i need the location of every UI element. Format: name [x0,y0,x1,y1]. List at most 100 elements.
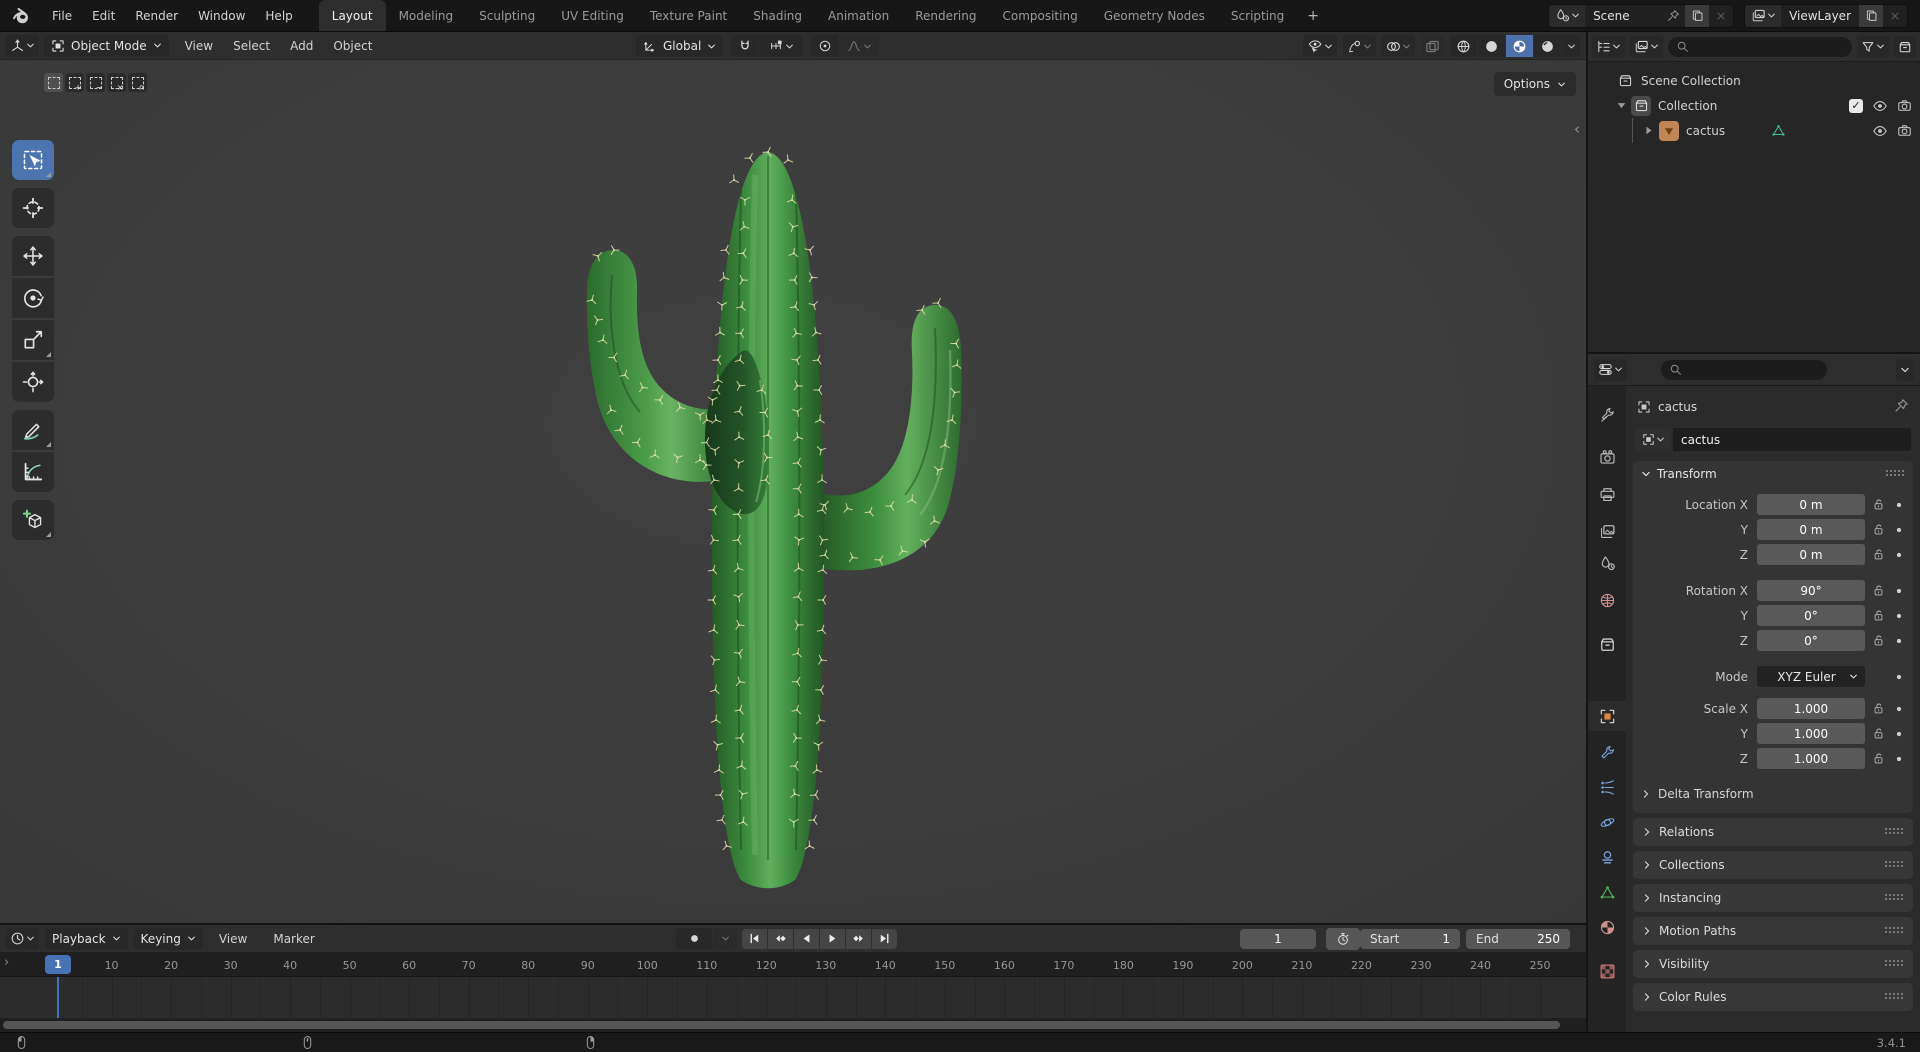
scale-z-field[interactable]: 1.000 [1757,748,1865,769]
hide-eye-icon[interactable] [1872,123,1888,139]
collection-checkbox[interactable]: ✓ [1849,98,1863,113]
scale-x-field[interactable]: 1.000 [1757,698,1865,719]
rotation-x-field[interactable]: 90° [1757,580,1865,601]
disable-render-icon[interactable] [1897,98,1912,113]
expand-arrow-icon[interactable] [1616,100,1627,111]
tab-texture[interactable] [1588,956,1626,986]
object-name-field[interactable]: cactus [1673,428,1911,451]
tab-world[interactable] [1588,585,1626,615]
panel-motion-paths[interactable]: Motion Paths [1633,917,1913,945]
play-reverse-button[interactable] [794,928,819,949]
scale-y-field[interactable]: 1.000 [1757,723,1865,744]
animate-dot[interactable] [1891,754,1907,764]
disable-render-icon[interactable] [1897,123,1912,138]
menu-window[interactable]: Window [188,0,255,31]
outliner-filter-dropdown[interactable] [1857,35,1889,58]
timeline-scroll-track[interactable] [0,1018,1586,1032]
proportional-editing-toggle[interactable] [811,35,839,57]
tab-object[interactable] [1588,701,1626,731]
panel-grip-icon[interactable] [1884,858,1904,872]
xray-toggle[interactable] [1421,35,1444,57]
tab-material[interactable] [1588,912,1626,942]
previous-keyframe-button[interactable] [768,928,793,949]
frame-start-field[interactable]: Start 1 [1360,928,1460,949]
scene-name[interactable]: Scene [1585,9,1661,23]
tool-cursor[interactable] [12,188,54,228]
view-layer-name[interactable]: ViewLayer [1781,9,1859,23]
hide-eye-icon[interactable] [1872,98,1888,114]
properties-options-dropdown[interactable] [1896,358,1914,381]
tool-rotate[interactable] [12,278,54,318]
tab-uv-editing[interactable]: UV Editing [548,0,637,31]
outliner-row-collection[interactable]: Collection ✓ [1588,93,1920,118]
blender-logo-icon[interactable] [12,6,32,26]
view-layer-browse-button[interactable] [1745,4,1782,27]
shading-rendered-button[interactable] [1534,35,1561,57]
outliner-row-cactus[interactable]: cactus [1588,118,1920,143]
lock-icon[interactable] [1865,727,1891,740]
tab-output[interactable] [1588,479,1626,509]
tab-object-data[interactable] [1588,877,1626,907]
menu-timeline-view[interactable]: View [209,925,257,952]
mode-dropdown[interactable]: Object Mode [44,34,169,57]
tab-rendering[interactable]: Rendering [902,0,989,31]
lock-icon[interactable] [1865,752,1891,765]
tab-collection[interactable] [1588,629,1626,659]
panel-relations[interactable]: Relations [1633,818,1913,846]
pin-scene-icon[interactable] [1661,5,1685,27]
animate-dot[interactable] [1891,729,1907,739]
delta-transform-row[interactable]: Delta Transform [1633,783,1913,805]
animate-dot[interactable] [1891,550,1907,560]
show-object-types-dropdown[interactable] [1303,35,1337,57]
auto-keyframe-button[interactable] [676,927,712,950]
shading-material-preview-button[interactable] [1506,35,1533,57]
timeline-expand-chevron[interactable]: › [4,955,9,970]
tab-scene[interactable] [1588,548,1626,578]
select-mode-invert[interactable]: × [107,73,126,92]
auto-keyframe-dropdown[interactable] [713,927,737,950]
tab-tool[interactable] [1588,400,1626,430]
tab-modifiers[interactable] [1588,738,1626,768]
pin-id-icon[interactable] [1894,398,1909,416]
menu-object[interactable]: Object [323,32,382,59]
tool-transform[interactable] [12,362,54,402]
tab-constraints[interactable] [1588,842,1626,872]
new-view-layer-button[interactable] [1859,4,1883,27]
outliner-search-input[interactable] [1668,36,1852,57]
shading-wireframe-button[interactable] [1450,35,1477,57]
remove-view-layer-button[interactable] [1883,5,1907,27]
use-preview-range-button[interactable] [1326,927,1360,950]
transform-panel-header[interactable]: Transform [1633,461,1913,487]
timeline-scrollbar[interactable] [3,1021,1560,1029]
animate-dot[interactable] [1891,500,1907,510]
panel-grip-icon[interactable] [1884,825,1904,839]
menu-file[interactable]: File [42,0,82,31]
snap-toggle[interactable] [731,35,759,57]
menu-help[interactable]: Help [255,0,302,31]
menu-add[interactable]: Add [280,32,323,59]
location-y-field[interactable]: 0 m [1757,519,1865,540]
panel-grip-icon[interactable] [1884,990,1904,1004]
rotation-y-field[interactable]: 0° [1757,605,1865,626]
panel-grip-icon[interactable] [1885,467,1905,481]
timeline-editor-type-button[interactable] [6,927,39,950]
tool-move[interactable] [12,236,54,276]
gizmos-dropdown[interactable] [1343,35,1376,57]
tab-physics[interactable] [1588,807,1626,837]
tool-box-select[interactable] [12,140,54,180]
jump-to-start-button[interactable] [742,928,767,949]
tool-add-cube[interactable] [12,500,54,540]
lock-icon[interactable] [1865,548,1891,561]
lock-icon[interactable] [1865,584,1891,597]
panel-collections[interactable]: Collections [1633,851,1913,879]
tab-layout[interactable]: Layout [318,0,386,31]
shading-settings-dropdown[interactable] [1562,35,1580,57]
frame-end-field[interactable]: End 250 [1466,928,1570,949]
tab-geometry-nodes[interactable]: Geometry Nodes [1091,0,1218,31]
tab-sculpting[interactable]: Sculpting [466,0,548,31]
rotation-mode-dropdown[interactable]: XYZ Euler [1757,666,1865,687]
next-keyframe-button[interactable] [846,928,871,949]
new-scene-button[interactable] [1685,4,1710,27]
object-id-dropdown[interactable] [1635,428,1671,451]
viewport-canvas[interactable]: Options ‹ + − × ∩ [0,60,1586,923]
